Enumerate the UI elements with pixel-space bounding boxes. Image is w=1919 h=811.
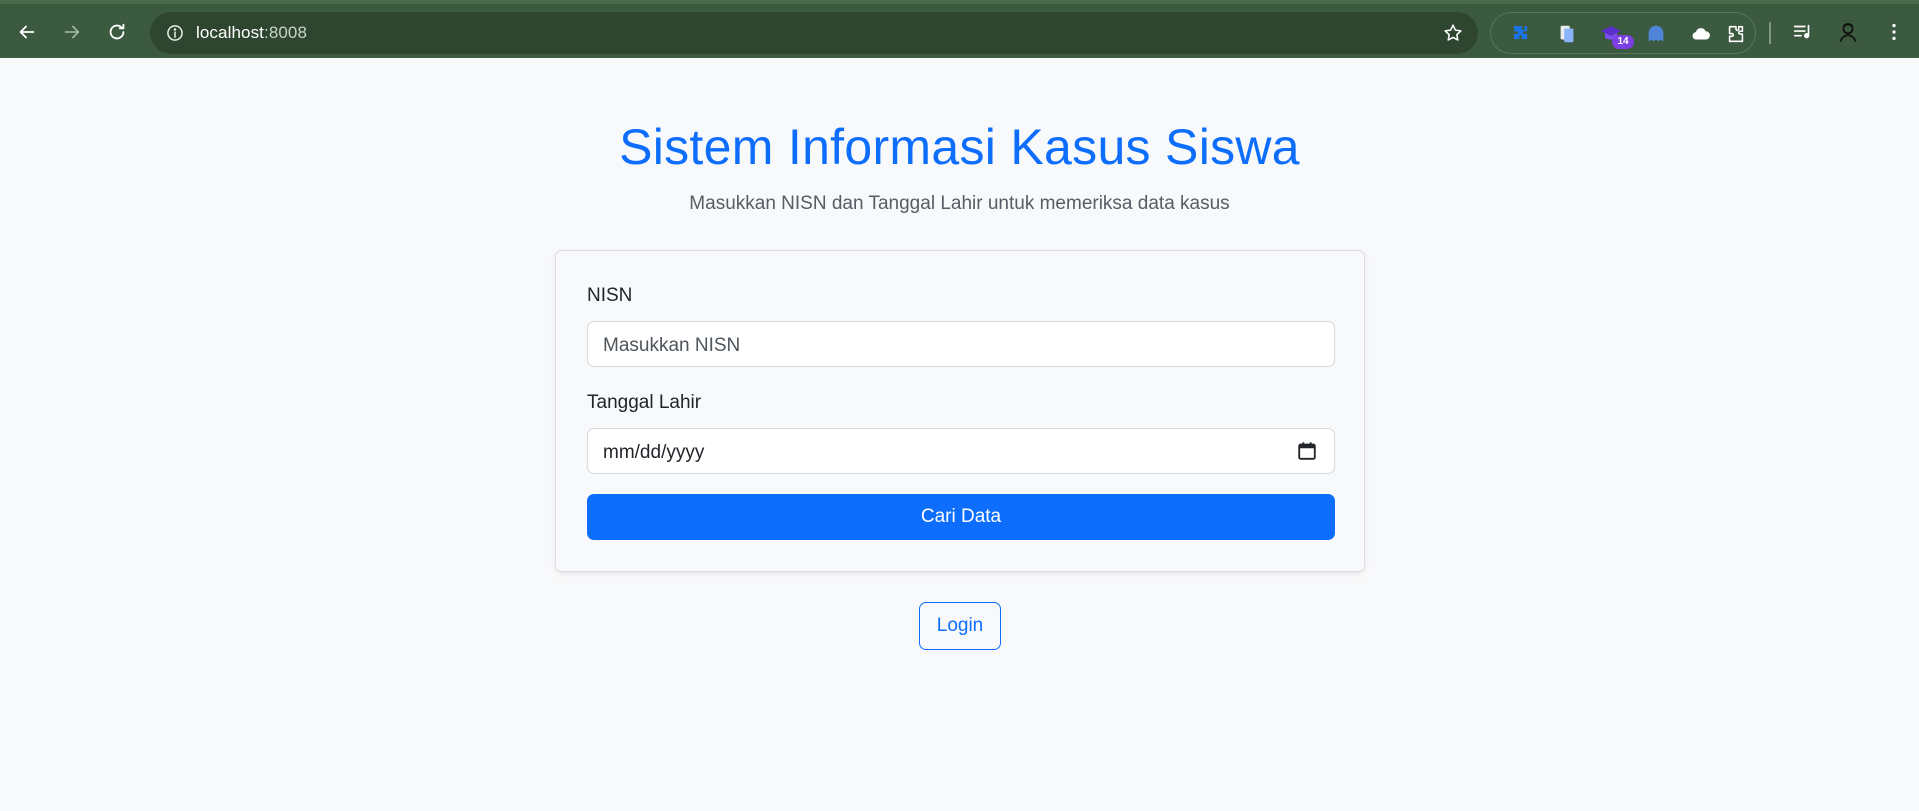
back-icon[interactable]	[9, 14, 45, 50]
extensions-area: 14	[1490, 12, 1756, 54]
page-title: Sistem Informasi Kasus Siswa	[619, 119, 1300, 175]
more-menu-icon[interactable]	[1880, 18, 1908, 46]
profile-avatar-icon[interactable]	[1834, 18, 1862, 46]
page-subtitle: Masukkan NISN dan Tanggal Lahir untuk me…	[689, 193, 1230, 214]
ghost-extension-icon[interactable]	[1643, 21, 1669, 47]
dob-placeholder: mm/dd/yyyy	[603, 442, 705, 463]
dob-date-input[interactable]: mm/dd/yyyy	[587, 428, 1335, 474]
url-text: localhost:8008	[196, 23, 307, 43]
document-extension-icon[interactable]	[1554, 21, 1580, 47]
cloud-extension-icon[interactable]	[1688, 21, 1714, 47]
dob-label: Tanggal Lahir	[587, 392, 702, 413]
calendar-icon[interactable]	[1296, 440, 1318, 462]
nisn-placeholder: Masukkan NISN	[603, 335, 741, 356]
toolbar-divider	[1769, 22, 1771, 44]
extension-badge: 14	[1612, 35, 1634, 49]
address-bar[interactable]: localhost:8008	[150, 12, 1478, 54]
reload-icon[interactable]	[99, 14, 135, 50]
search-data-button[interactable]: Cari Data	[587, 494, 1335, 540]
site-info-icon[interactable]	[160, 18, 190, 48]
forward-icon[interactable]	[54, 14, 90, 50]
login-button[interactable]: Login	[919, 602, 1001, 650]
extensions-menu-icon[interactable]	[1723, 21, 1749, 47]
bookmark-star-icon[interactable]	[1440, 20, 1466, 46]
graduation-cap-icon[interactable]: 14	[1598, 21, 1634, 49]
browser-toolbar: localhost:8008 14	[0, 0, 1919, 58]
url-port: :8008	[264, 23, 308, 42]
nisn-input[interactable]: Masukkan NISN	[587, 321, 1335, 367]
nisn-label: NISN	[587, 285, 633, 306]
search-form-card: NISN Masukkan NISN Tanggal Lahir mm/dd/y…	[555, 250, 1365, 572]
url-host: localhost	[196, 23, 264, 42]
reading-list-icon[interactable]	[1789, 18, 1817, 46]
extension-puzzle-icon[interactable]	[1509, 21, 1535, 47]
